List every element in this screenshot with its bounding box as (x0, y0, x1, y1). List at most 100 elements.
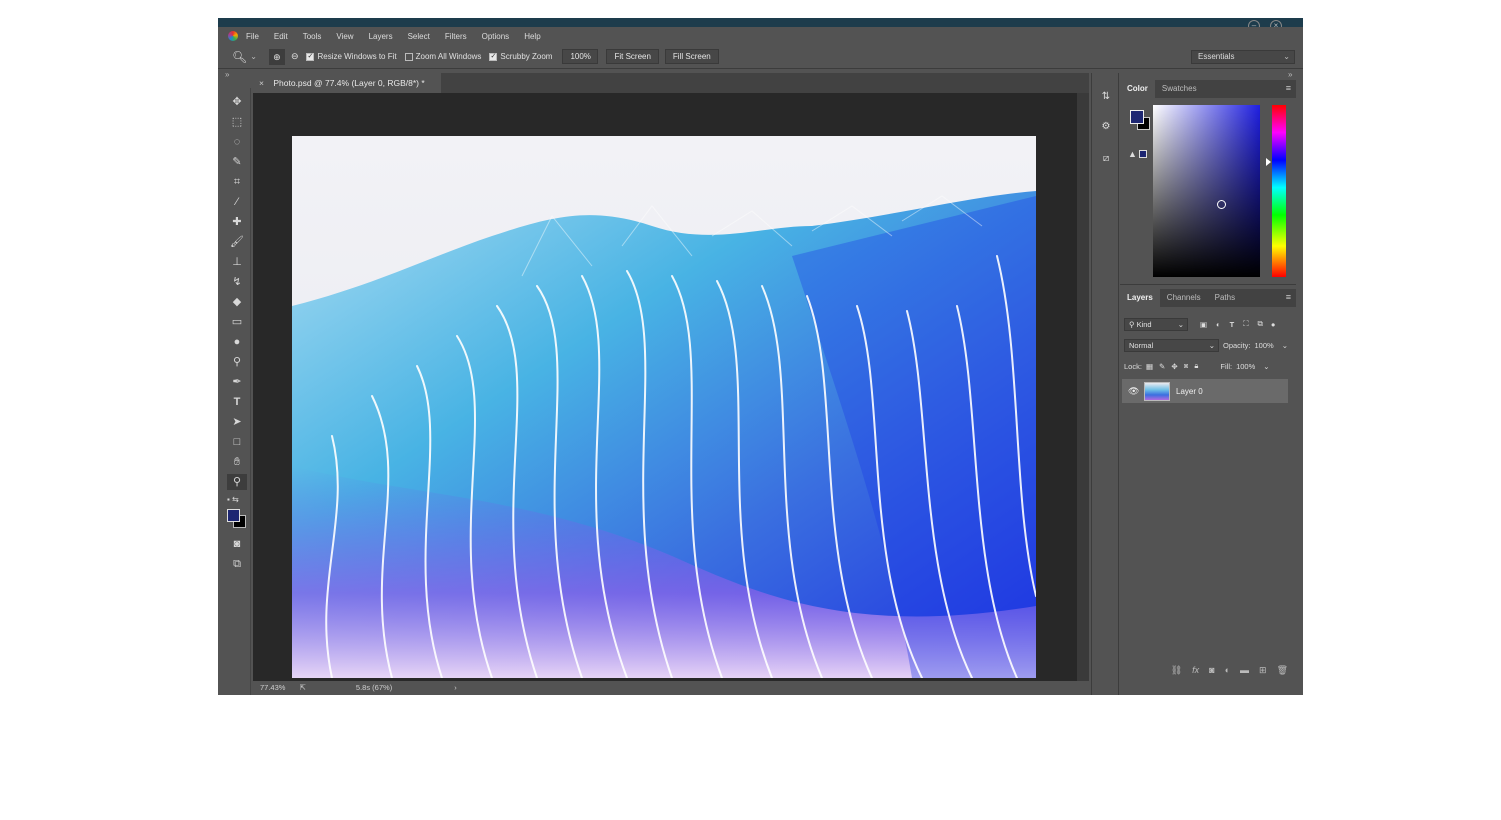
zoom-tool-preset-icon[interactable]: 🔍︎ (232, 50, 247, 64)
filter-shape-icon[interactable]: ⛶ (1243, 319, 1248, 329)
close-tab-icon[interactable]: × (259, 78, 264, 88)
collapse-right-panels-icon[interactable]: » (1288, 70, 1292, 79)
fill-value[interactable]: 100% (1236, 362, 1255, 371)
share-icon[interactable]: ⇱ (300, 683, 306, 692)
eraser-tool-icon[interactable]: ◆ (227, 294, 247, 310)
layers-panel-menu-icon[interactable]: ≡ (1286, 293, 1291, 302)
filter-toggle-icon[interactable]: ● (1271, 320, 1276, 329)
vertical-scrollbar[interactable] (1077, 93, 1089, 681)
link-layers-icon[interactable]: ⛓︎ (1171, 665, 1182, 676)
quick-mask-icon[interactable]: ◙ (227, 536, 247, 552)
layer-row[interactable]: 👁︎ Layer 0 (1122, 379, 1288, 403)
foreground-color-swatch[interactable] (227, 509, 240, 522)
zoom-out-icon[interactable]: ⊖ (291, 51, 299, 62)
document-area: × Photo.psd @ 77.4% (Layer 0, RGB/8*) * (253, 73, 1089, 695)
blur-tool-icon[interactable]: ● (227, 334, 247, 350)
path-select-tool-icon[interactable]: ➤ (227, 414, 247, 430)
new-group-icon[interactable]: ▬ (1240, 665, 1249, 675)
tab-layers[interactable]: Layers (1120, 289, 1160, 307)
panel-menu-icon[interactable]: ≡ (1286, 84, 1291, 93)
pen-tool-icon[interactable]: ✒ (227, 374, 247, 390)
layer-filter-select[interactable]: ⚲ Kind ⌄ (1124, 317, 1188, 331)
dodge-tool-icon[interactable]: ⚲ (227, 354, 247, 370)
lock-all-icon[interactable]: 🔒︎ (1194, 361, 1198, 371)
stamp-tool-icon[interactable]: ⊥ (227, 254, 247, 270)
resize-windows-checkbox[interactable]: ✓ (306, 52, 315, 61)
blend-mode-select[interactable]: Normal ⌄ (1124, 338, 1219, 352)
tab-swatches[interactable]: Swatches (1155, 80, 1204, 98)
rectangle-tool-icon[interactable]: □ (227, 434, 247, 450)
quick-select-tool-icon[interactable]: ✎ (227, 154, 247, 170)
fit-screen-button[interactable]: Fit Screen (606, 49, 659, 64)
tab-paths[interactable]: Paths (1208, 289, 1242, 307)
crop-tool-icon[interactable]: ⌗ (227, 174, 247, 190)
hue-slider-handle[interactable] (1266, 158, 1271, 166)
adjustment-layer-icon[interactable]: ◐ (1225, 665, 1230, 675)
new-layer-icon[interactable]: ⊞ (1259, 665, 1267, 676)
menu-select[interactable]: Select (408, 32, 430, 41)
zoom-value-field[interactable]: 100% (562, 49, 599, 64)
chevron-down-icon[interactable]: ⌄ (1282, 341, 1288, 350)
document-canvas-image[interactable] (292, 136, 1036, 678)
filter-type-icon[interactable]: T (1230, 320, 1235, 329)
menu-edit[interactable]: Edit (274, 32, 288, 41)
opacity-value[interactable]: 100% (1255, 341, 1274, 350)
zoom-all-windows-checkbox[interactable] (404, 52, 413, 61)
color-panel-foreground-swatch[interactable] (1130, 110, 1144, 124)
saturation-field[interactable] (1153, 105, 1260, 277)
eye-icon[interactable]: 👁︎ (1128, 386, 1139, 397)
filter-pixel-icon[interactable]: ▣ (1200, 320, 1207, 329)
chevron-down-icon[interactable]: ⌄ (1263, 362, 1269, 371)
eyedropper-tool-icon[interactable]: ⁄ (227, 194, 247, 210)
history-panel-icon[interactable]: ⇅ (1098, 89, 1114, 105)
canvas-viewport[interactable] (253, 93, 1077, 681)
resize-windows-label: Resize Windows to Fit (317, 52, 397, 61)
lock-transparency-icon[interactable]: ▦ (1146, 362, 1153, 371)
gamut-color-swatch[interactable] (1139, 150, 1147, 158)
trash-icon[interactable]: 🗑︎ (1277, 665, 1288, 676)
filter-smart-object-icon[interactable]: ⧉ (1257, 319, 1262, 329)
tab-color[interactable]: Color (1120, 80, 1155, 98)
menu-tools[interactable]: Tools (303, 32, 322, 41)
collapse-toolbar-icon[interactable]: » (225, 70, 229, 79)
hand-tool-icon[interactable]: ✋︎ (227, 454, 247, 470)
status-zoom[interactable]: 77.43% (260, 683, 285, 692)
brush-settings-panel-icon[interactable]: ⧄ (1098, 151, 1114, 167)
document-tab[interactable]: × Photo.psd @ 77.4% (Layer 0, RGB/8*) * (253, 73, 441, 93)
menu-layers[interactable]: Layers (369, 32, 393, 41)
chevron-down-icon[interactable]: ⌄ (250, 52, 257, 61)
scrubby-zoom-checkbox[interactable]: ✓ (489, 52, 498, 61)
adjustments-panel-icon[interactable]: ⚙︎ (1098, 119, 1114, 135)
move-tool-icon[interactable]: ✥ (227, 94, 247, 110)
gamut-warning-icon[interactable]: ▲ (1128, 149, 1137, 159)
menu-file[interactable]: File (246, 32, 259, 41)
status-arrow-icon[interactable]: › (454, 683, 457, 692)
fx-icon[interactable]: fx (1192, 665, 1199, 675)
lock-pixels-icon[interactable]: ✎ (1159, 362, 1165, 371)
brush-tool-icon[interactable]: 🖌︎ (227, 234, 247, 250)
type-tool-icon[interactable]: T (227, 394, 247, 410)
healing-brush-tool-icon[interactable]: ✚ (227, 214, 247, 230)
zoom-in-icon[interactable]: ⊕ (268, 48, 285, 65)
lock-artboard-icon[interactable]: ⧈ (1184, 361, 1189, 371)
screen-mode-icon[interactable]: ⧉ (227, 556, 247, 572)
add-mask-icon[interactable]: ◙ (1209, 665, 1214, 675)
layer-name[interactable]: Layer 0 (1176, 387, 1203, 396)
menu-view[interactable]: View (336, 32, 353, 41)
hue-slider[interactable] (1272, 105, 1286, 277)
menu-options[interactable]: Options (482, 32, 510, 41)
lock-position-icon[interactable]: ✥ (1171, 362, 1177, 371)
zoom-tool-icon[interactable]: ⚲ (227, 474, 247, 490)
fill-screen-button[interactable]: Fill Screen (664, 49, 719, 64)
menu-help[interactable]: Help (524, 32, 540, 41)
workspace-select[interactable]: Essentials ⌄ (1191, 50, 1295, 64)
gradient-tool-icon[interactable]: ▭ (227, 314, 247, 330)
color-picker-handle[interactable] (1217, 200, 1226, 209)
tab-channels[interactable]: Channels (1160, 289, 1208, 307)
lasso-tool-icon[interactable]: ◌ (227, 134, 247, 150)
marquee-tool-icon[interactable]: ⬚ (227, 114, 247, 130)
default-colors-icon[interactable]: ▪ ⇆ (227, 492, 247, 508)
history-brush-tool-icon[interactable]: ↯ (227, 274, 247, 290)
menu-filters[interactable]: Filters (445, 32, 467, 41)
filter-adjustment-icon[interactable]: ◐ (1216, 320, 1221, 329)
